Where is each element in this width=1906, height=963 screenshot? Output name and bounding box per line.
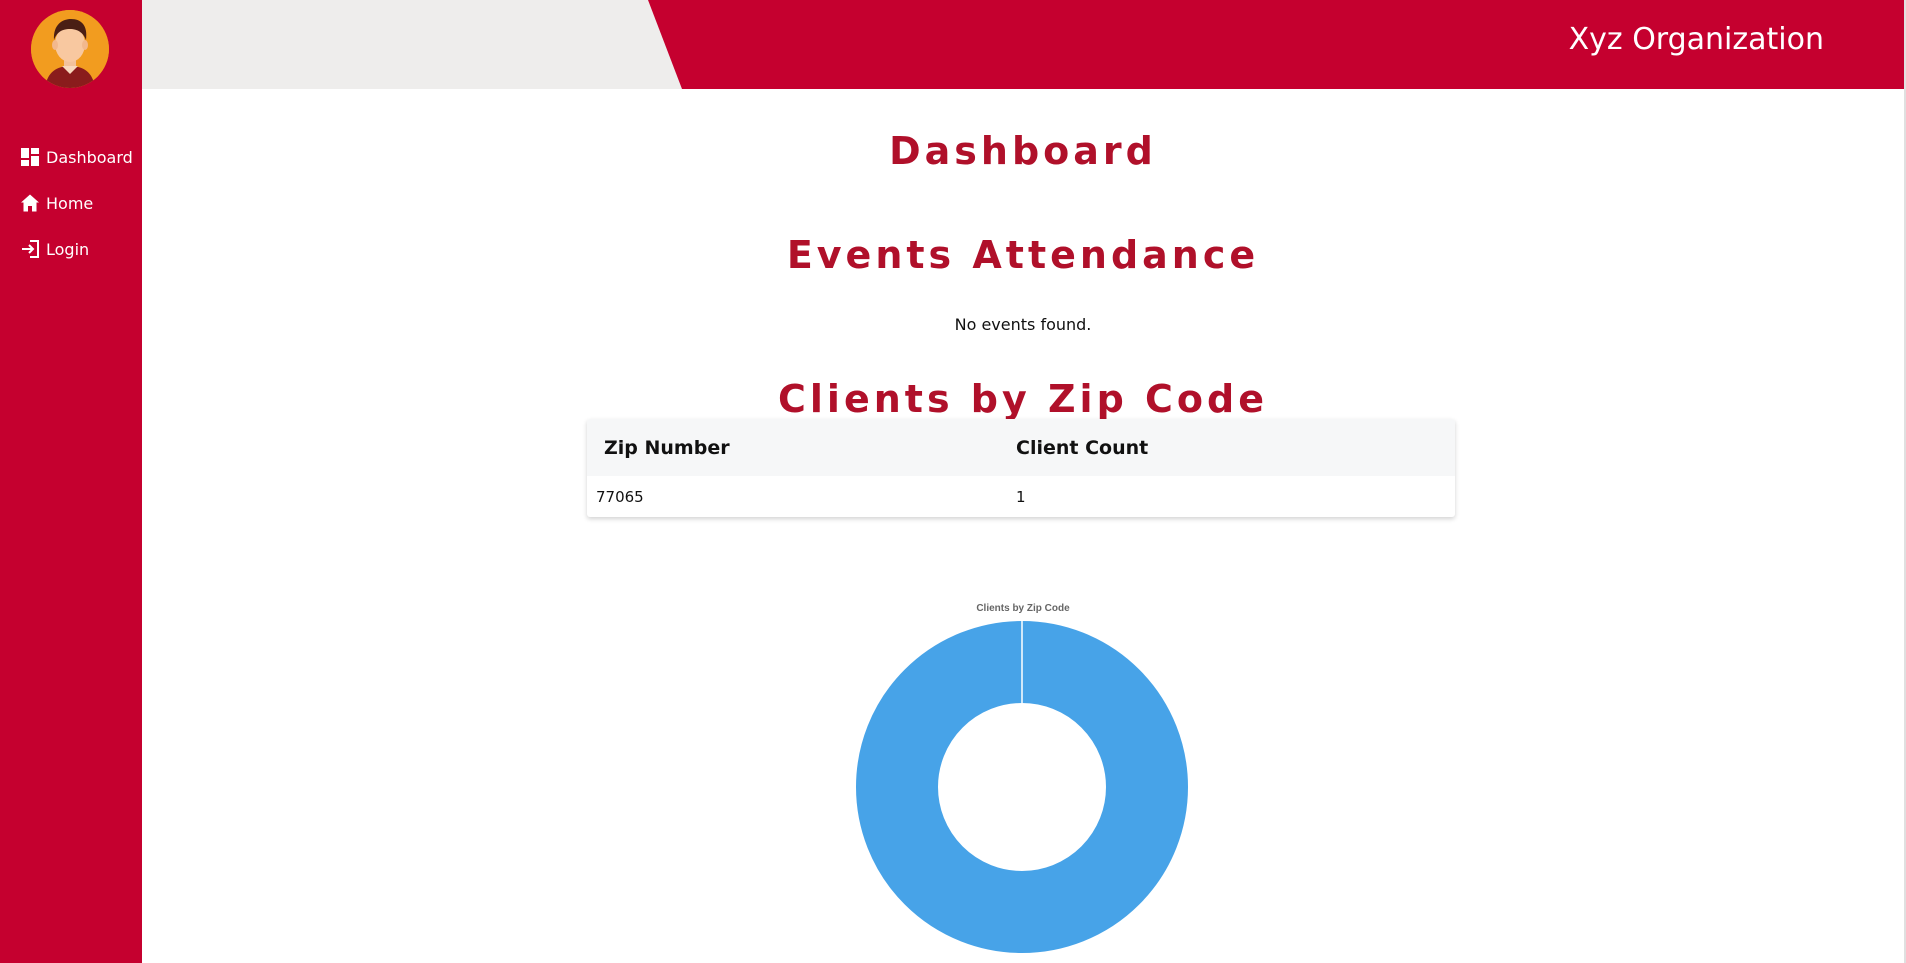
- sidebar-item-login[interactable]: Login: [0, 226, 142, 272]
- table-header-row: Zip Number Client Count: [587, 419, 1455, 476]
- clients-doughnut-chart[interactable]: [854, 619, 1190, 955]
- header-light-panel: [142, 0, 682, 89]
- clients-by-zip-heading: Clients by Zip Code: [778, 377, 1268, 421]
- page-title: Dashboard: [889, 129, 1157, 173]
- login-icon: [20, 239, 40, 259]
- clients-table: Zip Number Client Count 77065 1: [587, 419, 1455, 517]
- sidebar-nav: Dashboard Home Login: [0, 134, 142, 272]
- dashboard-icon: [20, 147, 40, 167]
- sidebar-item-label: Dashboard: [46, 147, 133, 167]
- top-header: Xyz Organization: [142, 0, 1904, 89]
- cell-zip: 77065: [596, 487, 644, 506]
- sidebar-item-label: Home: [46, 193, 94, 213]
- no-events-message: No events found.: [954, 315, 1092, 334]
- column-header-count[interactable]: Client Count: [1016, 437, 1148, 459]
- sidebar-item-dashboard[interactable]: Dashboard: [0, 134, 142, 180]
- sidebar-item-label: Login: [46, 239, 90, 259]
- chart-title: Clients by Zip Code: [976, 603, 1070, 614]
- user-avatar[interactable]: [31, 10, 109, 88]
- main-content: Dashboard Events Attendance No events fo…: [142, 89, 1904, 963]
- home-icon: [20, 193, 40, 213]
- column-header-zip[interactable]: Zip Number: [587, 437, 1016, 459]
- sidebar: Dashboard Home Login: [0, 0, 142, 963]
- organization-name: Xyz Organization: [1568, 22, 1824, 57]
- cell-count: 1: [1016, 487, 1026, 506]
- events-attendance-heading: Events Attendance: [786, 233, 1260, 277]
- sidebar-item-home[interactable]: Home: [0, 180, 142, 226]
- avatar-icon: [31, 10, 109, 88]
- table-row: 77065 1: [587, 476, 1455, 517]
